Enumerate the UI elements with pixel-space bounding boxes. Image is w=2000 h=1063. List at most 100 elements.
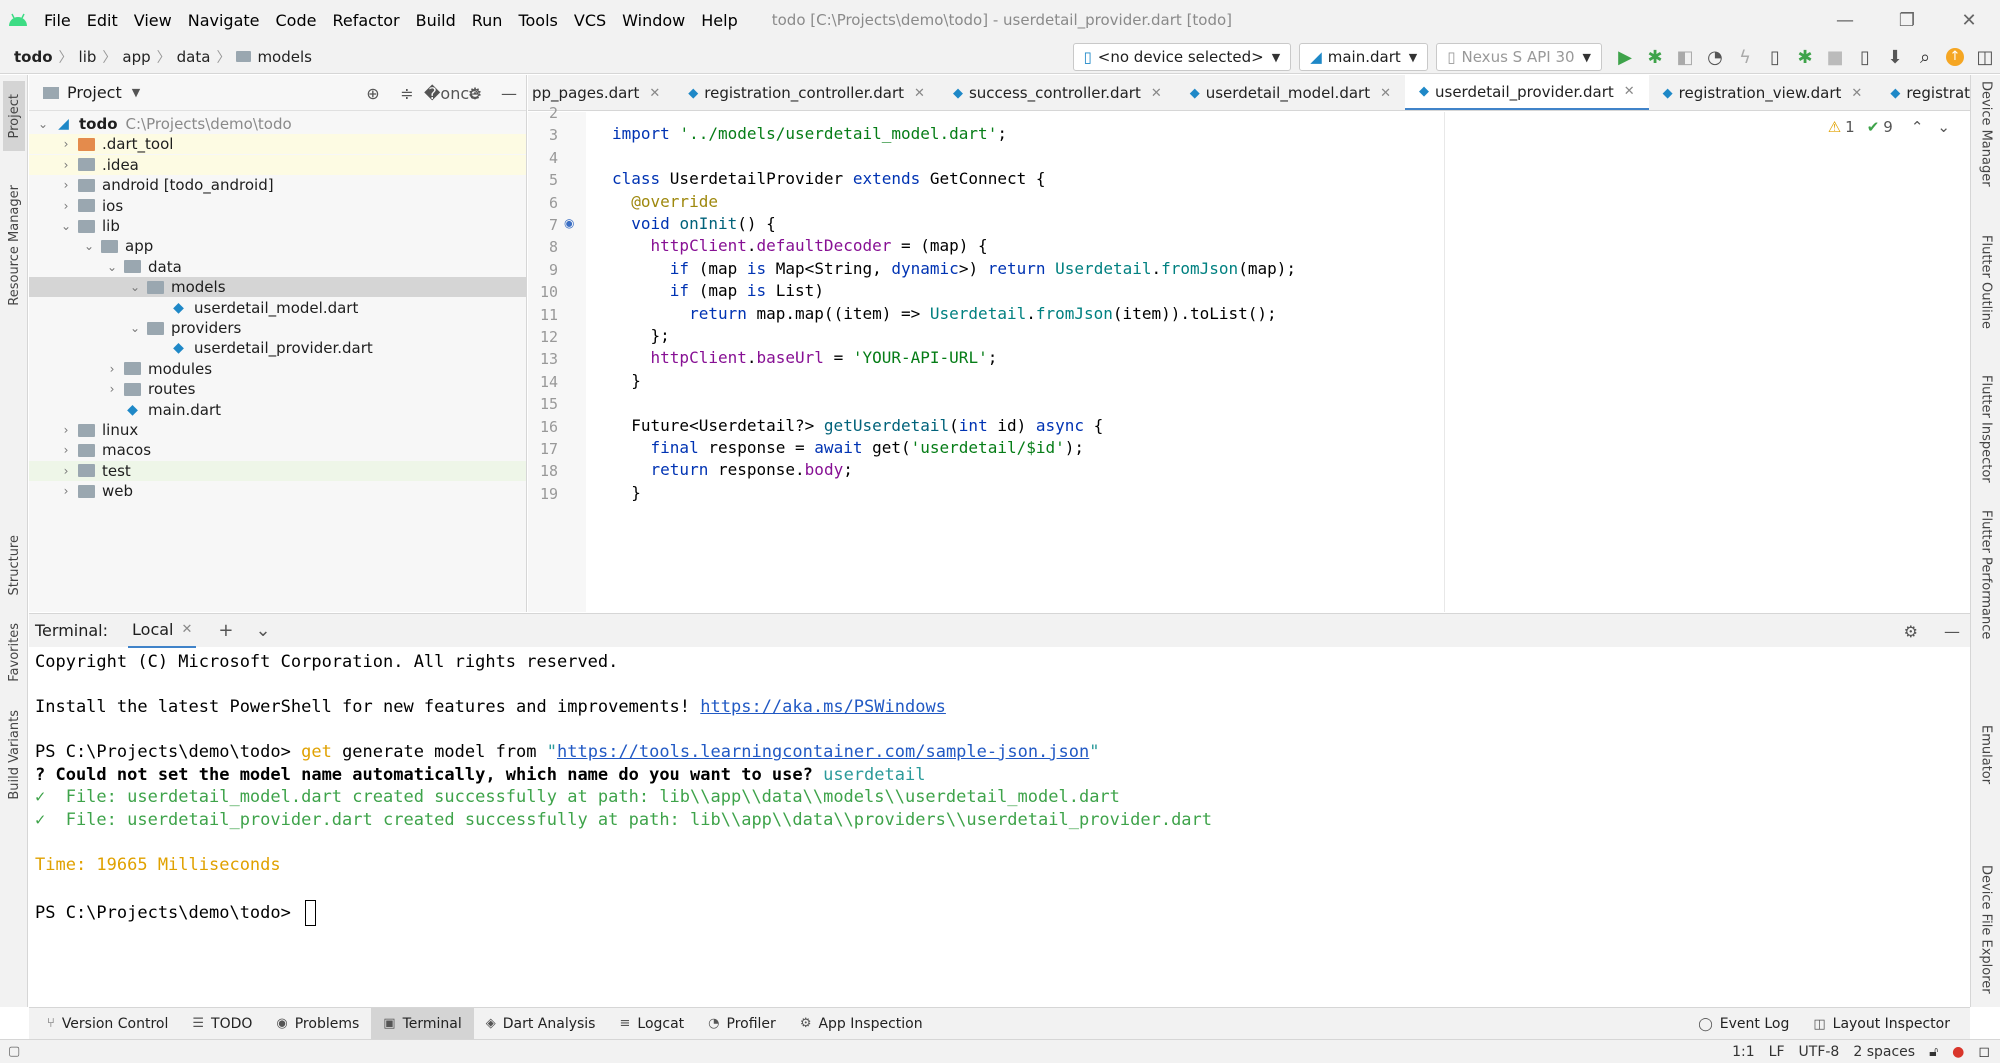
stripe-tab-build-variants[interactable]: Build Variants [3, 705, 25, 805]
chevron-down-icon[interactable]: ⌄ [58, 219, 74, 233]
tree-item[interactable]: › macos [29, 440, 526, 460]
chevron-down-icon[interactable]: ⌄ [127, 280, 143, 294]
close-icon[interactable]: ✕ [181, 622, 192, 637]
override-gutter-icon[interactable]: ◉ [564, 216, 574, 230]
menu-edit[interactable]: Edit [79, 11, 126, 30]
close-icon[interactable]: ✕ [649, 86, 660, 101]
tool-window-logcat[interactable]: ≡ Logcat [607, 1008, 696, 1040]
chevron-right-icon[interactable]: › [58, 178, 74, 192]
tool-window-todo[interactable]: ☰ TODO [180, 1008, 264, 1040]
chevron-right-icon[interactable]: › [104, 382, 120, 396]
tool-window-terminal[interactable]: ▣ Terminal [371, 1007, 474, 1040]
stripe-tab-structure[interactable]: Structure [3, 525, 25, 605]
inspection-widget[interactable]: ⚠ 1 ✔ 9 ⌃ ⌄ [1820, 118, 1950, 136]
tree-item[interactable]: › modules [29, 359, 526, 379]
editor-tab[interactable]: ◆ registration_controller.dart ✕ [674, 75, 939, 110]
stripe-tab-resource-manager[interactable]: Resource Manager [3, 175, 25, 315]
chevron-down-icon[interactable]: ⌄ [255, 620, 270, 641]
locate-icon[interactable]: ⊕ [356, 84, 390, 103]
stripe-tab-device-file-explorer[interactable]: Device File Explorer [1975, 865, 1997, 1005]
close-icon[interactable]: ✕ [1938, 0, 2000, 40]
hide-icon[interactable]: — [1944, 622, 1960, 641]
tool-window-dart-analysis[interactable]: ◈ Dart Analysis [474, 1008, 608, 1040]
tree-item[interactable]: › linux [29, 420, 526, 440]
apply-changes-icon[interactable]: ▯ [1760, 42, 1790, 72]
run-icon[interactable]: ▶ [1610, 42, 1640, 72]
terminal-text[interactable]: https://tools.learningcontainer.com/samp… [557, 742, 1089, 762]
indent-setting[interactable]: 2 spaces [1853, 1044, 1915, 1060]
menu-vcs[interactable]: VCS [566, 11, 614, 30]
chevron-down-icon[interactable]: ⌄ [104, 260, 120, 274]
tree-item[interactable]: ⌄ app [29, 236, 526, 256]
stop-icon[interactable]: ■ [1820, 42, 1850, 72]
editor-tab[interactable]: ◆ registration_view.dart ✕ [1649, 75, 1877, 110]
caret-position[interactable]: 1:1 [1732, 1044, 1755, 1060]
menu-navigate[interactable]: Navigate [180, 11, 268, 30]
menu-help[interactable]: Help [693, 11, 745, 30]
lock-icon[interactable]: 🔓︎ [1929, 1044, 1938, 1060]
tool-window-app-inspection[interactable]: ⚙ App Inspection [788, 1008, 935, 1040]
menu-file[interactable]: File [36, 11, 79, 30]
file-encoding[interactable]: UTF-8 [1799, 1044, 1840, 1060]
terminal-output[interactable]: Copyright (C) Microsoft Corporation. All… [29, 648, 1970, 1006]
breadcrumb-item[interactable]: lib [73, 48, 103, 66]
expand-all-icon[interactable]: ≑ [390, 84, 424, 103]
settings-sync-icon[interactable]: ◫ [1970, 42, 2000, 72]
device-manager-icon[interactable]: ▯ [1850, 42, 1880, 72]
tree-item[interactable]: ◆ userdetail_provider.dart [29, 338, 526, 358]
chevron-down-icon[interactable]: ▼ [132, 86, 140, 99]
emulator-selector[interactable]: ▯ Nexus S API 30 ▼ [1436, 43, 1602, 71]
run-config-selector[interactable]: ◢ main.dart ▼ [1299, 43, 1429, 71]
tree-item[interactable]: ⌄ models [29, 277, 526, 298]
menu-build[interactable]: Build [408, 11, 464, 30]
menu-tools[interactable]: Tools [510, 11, 565, 30]
sdk-manager-icon[interactable]: ⬇ [1880, 42, 1910, 72]
coverage-icon[interactable]: ◧ [1670, 42, 1700, 72]
restore-icon[interactable]: ❐ [1876, 0, 1938, 40]
hot-reload-icon[interactable]: ϟ [1730, 42, 1760, 72]
tree-item[interactable]: › web [29, 481, 526, 501]
chevron-down-icon[interactable]: ⌄ [127, 321, 143, 335]
chevron-right-icon[interactable]: › [58, 199, 74, 213]
tree-item[interactable]: › android [todo_android] [29, 175, 526, 195]
tool-window-layout-inspector[interactable]: ◫ Layout Inspector [1801, 1008, 1962, 1040]
chevron-right-icon[interactable]: › [58, 484, 74, 498]
breadcrumb-item[interactable]: data [171, 48, 217, 66]
toggle-tool-windows-icon[interactable]: ▢ [8, 1044, 20, 1059]
search-icon[interactable]: ⌕ [1910, 42, 1940, 72]
line-separator[interactable]: LF [1769, 1044, 1785, 1060]
tree-item[interactable]: › test [29, 460, 526, 481]
close-icon[interactable]: ✕ [1380, 86, 1391, 101]
tree-item[interactable]: › routes [29, 379, 526, 399]
menu-code[interactable]: Code [268, 11, 325, 30]
chevron-right-icon[interactable]: › [58, 423, 74, 437]
update-icon[interactable]: ↑ [1940, 42, 1970, 72]
debug-icon[interactable]: ✱ [1640, 42, 1670, 72]
tree-item[interactable]: ⌄ providers [29, 318, 526, 338]
breadcrumb-item[interactable]: todo [8, 48, 59, 66]
chevron-down-icon[interactable]: ⌄ [81, 239, 97, 253]
gear-icon[interactable]: ⚙ [458, 84, 492, 103]
chevron-down-icon[interactable]: ⌄ [1937, 118, 1950, 136]
menu-refactor[interactable]: Refactor [324, 11, 407, 30]
menu-run[interactable]: Run [464, 11, 511, 30]
chevron-up-icon[interactable]: ⌃ [1911, 118, 1924, 136]
tree-item[interactable]: ◆ main.dart [29, 400, 526, 420]
breadcrumb-item[interactable]: app [116, 48, 156, 66]
stripe-tab-emulator[interactable]: Emulator [1975, 725, 1997, 805]
tree-item[interactable]: ◆ userdetail_model.dart [29, 298, 526, 318]
menu-window[interactable]: Window [614, 11, 693, 30]
code-editor[interactable]: 2 3 4 5 6 7 8 9 10 11 12 13 14 15 16 17 18 19 ◉ ⚠ 1 ✔ 9 ⌃ … [528, 104, 1970, 612]
chevron-right-icon[interactable]: › [58, 137, 74, 151]
device-selector[interactable]: ▯ <no device selected> ▼ [1072, 43, 1292, 71]
breadcrumb-item[interactable]: models [230, 48, 318, 66]
stripe-tab-flutter-outline[interactable]: Flutter Outline [1975, 235, 1997, 345]
chevron-right-icon[interactable]: › [58, 158, 74, 172]
tree-item[interactable]: ⌄ data [29, 257, 526, 277]
profile-icon[interactable]: ◔ [1700, 42, 1730, 72]
collapse-all-icon[interactable]: �once [424, 84, 479, 103]
project-panel-title[interactable]: Project [67, 83, 122, 102]
terminal-tab-local[interactable]: Local ✕ [128, 614, 197, 648]
stripe-tab-device-manager[interactable]: Device Manager [1975, 81, 1997, 191]
minimize-icon[interactable]: — [1814, 0, 1876, 40]
